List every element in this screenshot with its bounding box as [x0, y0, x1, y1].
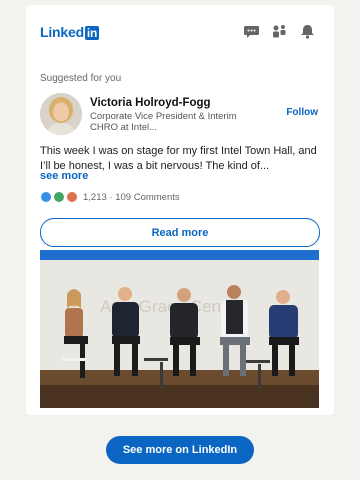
top-bar: Linked in: [26, 5, 334, 55]
like-reaction-icon: [40, 191, 52, 203]
messages-icon[interactable]: [243, 23, 260, 40]
reactions-row[interactable]: 1,213 · 109 Comments: [40, 191, 180, 203]
reaction-counts: 1,213 · 109 Comments: [83, 191, 180, 203]
author-block: Victoria Holroyd-Fogg Corporate Vice Pre…: [40, 93, 320, 139]
see-more-link[interactable]: see more: [40, 170, 88, 182]
see-more-on-linkedin-button[interactable]: See more on LinkedIn: [106, 436, 254, 464]
post-card: Linked in Suggested for you Victoria Hol…: [26, 5, 334, 415]
network-icon[interactable]: [271, 23, 288, 40]
love-reaction-icon: [66, 191, 78, 203]
post-image[interactable]: Amy Grace Center: [40, 250, 319, 408]
linkedin-logo[interactable]: Linked in: [40, 24, 100, 40]
logo-in: in: [84, 26, 100, 40]
avatar[interactable]: [40, 93, 82, 135]
notifications-icon[interactable]: [299, 23, 316, 40]
celebrate-reaction-icon: [53, 191, 65, 203]
top-icons: [243, 23, 316, 40]
logo-text: Linked: [40, 24, 84, 40]
suggested-label: Suggested for you: [40, 73, 122, 84]
follow-button[interactable]: Follow: [286, 107, 318, 118]
author-name[interactable]: Victoria Holroyd-Fogg: [90, 97, 211, 109]
read-more-button[interactable]: Read more: [40, 218, 320, 247]
author-headline: Corporate Vice President & Interim CHRO …: [90, 111, 237, 133]
